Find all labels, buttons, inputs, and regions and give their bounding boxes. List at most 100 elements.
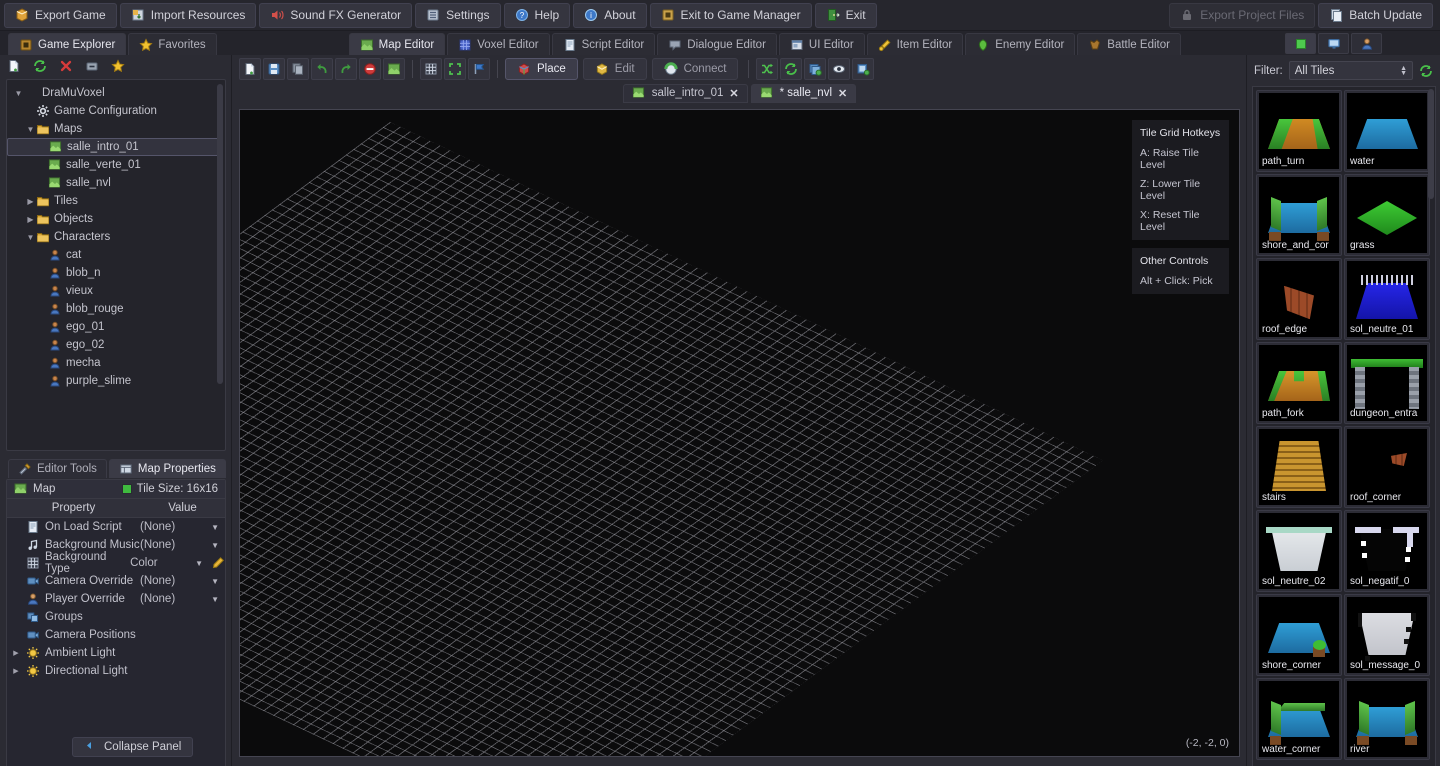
tile-item-roof_corner[interactable]: roof_corner [1344, 426, 1430, 508]
project-tree[interactable]: ▼ DraMuVoxel Game Configuration ▼ Maps salle_… [6, 79, 226, 451]
tab-dialogue-editor[interactable]: Dialogue Editor [657, 33, 777, 55]
property-expander[interactable]: ▶ [11, 649, 21, 657]
redo-button[interactable] [335, 57, 357, 80]
property-value-cell[interactable]: (None) ▼ [140, 521, 225, 533]
mode-connect-button[interactable]: Connect [651, 57, 739, 80]
property-value-cell[interactable]: Color ▼ [130, 557, 209, 569]
property-row-player-override[interactable]: Player Override (None) ▼ [7, 590, 225, 608]
shuffle-button[interactable] [756, 57, 779, 80]
tile-item-sol_negatif_0[interactable]: sol_negatif_0 [1344, 510, 1430, 592]
tile-item-sol_neutre_01[interactable]: sol_neutre_01 [1344, 258, 1430, 340]
menu-help-button[interactable]: ? Help [503, 2, 571, 28]
new-map-button[interactable] [239, 57, 261, 80]
menu-exit-to-game-manager-button[interactable]: Exit to Game Manager [649, 2, 812, 28]
document-tab[interactable]: * salle_nvl ✕ [750, 83, 857, 103]
tree-item-mecha[interactable]: mecha [7, 354, 225, 372]
tab-map-editor[interactable]: Map Editor [348, 33, 446, 55]
tab-ui-editor[interactable]: UI Editor [778, 33, 865, 55]
tree-item-dramuvoxel[interactable]: ▼ DraMuVoxel [7, 84, 225, 102]
property-row-directional-light[interactable]: ▶ Directional Light [7, 662, 225, 680]
add-layer-button[interactable] [804, 57, 827, 80]
tab-voxel-editor[interactable]: Voxel Editor [447, 33, 550, 55]
mode-edit-button[interactable]: Edit [582, 57, 647, 80]
save-map-button[interactable] [263, 57, 285, 80]
delete-button[interactable] [58, 58, 74, 74]
tile-item-shore_corner[interactable]: shore_corner [1256, 594, 1342, 676]
tree-item-blob-n[interactable]: blob_n [7, 264, 225, 282]
tile-item-stairs[interactable]: stairs [1256, 426, 1342, 508]
tile-item-water[interactable]: water [1344, 90, 1430, 172]
visibility-button[interactable] [828, 57, 851, 80]
map-viewport[interactable]: Tile Grid Hotkeys A: Raise Tile Level Z: … [239, 109, 1240, 757]
screen-view-button[interactable] [1318, 33, 1349, 54]
pencil-icon[interactable] [211, 556, 225, 570]
tree-item-characters[interactable]: ▼ Characters [7, 228, 225, 246]
tile-palette-grid[interactable]: path_turn water shore_and_cor grass roof_edg… [1252, 86, 1436, 766]
tree-item-salle-verte-01[interactable]: salle_verte_01 [7, 156, 225, 174]
tree-item-purple-slime[interactable]: purple_slime [7, 372, 225, 390]
tab-battle-editor[interactable]: Battle Editor [1077, 33, 1181, 55]
tile-item-sol_message_0[interactable]: sol_message_0 [1344, 594, 1430, 676]
clear-button[interactable] [359, 57, 381, 80]
tab-game-explorer[interactable]: Game Explorer [8, 33, 127, 55]
tree-item-maps[interactable]: ▼ Maps [7, 120, 225, 138]
document-tab[interactable]: salle_intro_01 ✕ [622, 83, 748, 103]
tile-item-sol_neutre_02[interactable]: sol_neutre_02 [1256, 510, 1342, 592]
character-view-button[interactable] [1351, 33, 1382, 54]
property-row-camera-override[interactable]: Camera Override (None) ▼ [7, 572, 225, 590]
layer-settings-button[interactable] [852, 57, 875, 80]
tile-item-river[interactable]: river [1344, 678, 1430, 760]
new-item-button[interactable] [6, 58, 22, 74]
collapse-all-button[interactable] [84, 58, 100, 74]
tree-item-salle-nvl[interactable]: salle_nvl [7, 174, 225, 192]
chevron-down-icon[interactable]: ▼ [211, 595, 219, 604]
property-row-groups[interactable]: Groups [7, 608, 225, 626]
tree-item-cat[interactable]: cat [7, 246, 225, 264]
tab-map-properties[interactable]: Map Properties [108, 459, 226, 478]
tile-item-water_corner[interactable]: water_corner [1256, 678, 1342, 760]
tab-editor-tools[interactable]: Editor Tools [8, 459, 107, 478]
tab-favorites[interactable]: Favorites [128, 33, 217, 55]
menu-sound-fx-generator-button[interactable]: Sound FX Generator [259, 2, 413, 28]
property-value-cell[interactable]: (None) ▼ [140, 593, 225, 605]
tile-view-button[interactable] [1285, 33, 1316, 54]
property-row-on-load-script[interactable]: On Load Script (None) ▼ [7, 518, 225, 536]
chevron-down-icon[interactable]: ▼ [211, 541, 219, 550]
palette-refresh-icon[interactable] [1419, 64, 1433, 78]
tile-item-shore_and_cor[interactable]: shore_and_cor [1256, 174, 1342, 256]
palette-scrollbar[interactable] [1428, 89, 1434, 199]
refresh-button[interactable] [32, 58, 48, 74]
property-row-ambient-light[interactable]: ▶ Ambient Light [7, 644, 225, 662]
collapse-panel-button[interactable]: Collapse Panel [72, 737, 194, 757]
tree-twisty[interactable]: ▼ [25, 233, 36, 242]
menu-batch-update-button[interactable]: Batch Update [1318, 2, 1433, 28]
tree-item-blob-rouge[interactable]: blob_rouge [7, 300, 225, 318]
tree-twisty[interactable]: ▼ [25, 125, 36, 134]
property-row-background-type[interactable]: Background Type Color ▼ [7, 551, 225, 575]
tree-twisty[interactable]: ▶ [25, 215, 36, 224]
fit-view-button[interactable] [444, 57, 466, 80]
favorite-button[interactable] [110, 58, 126, 74]
tree-item-ego-01[interactable]: ego_01 [7, 318, 225, 336]
tree-item-tiles[interactable]: ▶ Tiles [7, 192, 225, 210]
chevron-down-icon[interactable]: ▼ [211, 577, 219, 586]
tree-item-ego-02[interactable]: ego_02 [7, 336, 225, 354]
tile-item-grass[interactable]: grass [1344, 174, 1430, 256]
filter-select[interactable]: All Tiles ▲ ▼ [1288, 61, 1413, 80]
menu-about-button[interactable]: i About [573, 2, 647, 28]
tile-item-roof_edge[interactable]: roof_edge [1256, 258, 1342, 340]
property-value-cell[interactable]: (None) ▼ [140, 575, 225, 587]
menu-export-game-button[interactable]: Export Game [4, 2, 117, 28]
close-icon[interactable]: ✕ [838, 87, 847, 100]
toggle-grid-button[interactable] [420, 57, 442, 80]
chevron-down-icon[interactable]: ▼ [195, 559, 203, 568]
menu-exit-button[interactable]: Exit [814, 2, 877, 28]
copy-map-button[interactable] [287, 57, 309, 80]
property-row-camera-positions[interactable]: Camera Positions [7, 626, 225, 644]
tile-item-path_fork[interactable]: path_fork [1256, 342, 1342, 424]
tree-scrollbar[interactable] [217, 84, 223, 384]
tree-item-objects[interactable]: ▶ Objects [7, 210, 225, 228]
tile-grid-plane[interactable] [240, 122, 1103, 756]
tab-item-editor[interactable]: Item Editor [866, 33, 964, 55]
mode-place-button[interactable]: Place [505, 57, 578, 80]
